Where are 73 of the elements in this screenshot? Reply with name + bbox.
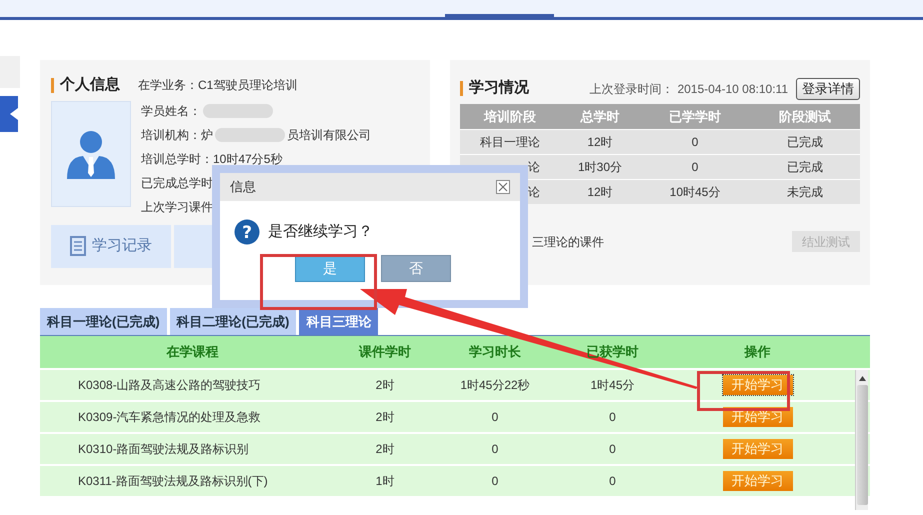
- table-cell-text: 12时: [586, 134, 614, 151]
- table-cell-text: 0: [690, 134, 700, 151]
- last-login-time: 2015-04-10 08:10:11: [677, 81, 788, 98]
- dialog-message: 是否继续学习？: [268, 222, 373, 242]
- subject-tab[interactable]: 科目二理论(已完成): [170, 308, 296, 335]
- course-name: K0310-路面驾驶法规及路标识别: [77, 441, 250, 458]
- column-header: 学习时长: [469, 343, 521, 362]
- course-name: K0311-路面驾驶法规及路标识别(下): [77, 473, 269, 490]
- question-icon: ?: [234, 219, 260, 245]
- column-header: 操作: [744, 343, 770, 362]
- last-login-label: 上次登录时间：: [589, 81, 674, 98]
- column-header: 总学时: [579, 108, 620, 126]
- table-cell-text: 1时: [374, 473, 396, 490]
- title-accent-bar: [51, 78, 54, 93]
- field-value: 员培训有限公司: [287, 126, 371, 144]
- course-name: K0309-汽车紧急情况的处理及急救: [77, 409, 262, 426]
- table-cell-text: 1时45分: [589, 377, 636, 394]
- column-header: 课件学时: [359, 343, 411, 362]
- panel-title: 学习情况: [469, 78, 529, 98]
- table-cell-text: 2时: [374, 377, 396, 394]
- subject-tab[interactable]: 科目一理论(已完成): [40, 308, 167, 335]
- collapse-arrow-icon: [10, 108, 18, 120]
- column-header: 在学课程: [166, 343, 218, 362]
- table-cell-text: 科目一理论: [480, 134, 540, 151]
- table-cell-text: 0: [490, 473, 500, 490]
- field-label: 培训机构：炉: [141, 126, 213, 144]
- table-cell-text: 论: [528, 159, 540, 176]
- field-label: 培训总学时：: [141, 150, 213, 168]
- panel-title: 个人信息: [60, 75, 120, 95]
- document-icon: [70, 236, 86, 256]
- scrollbar[interactable]: [855, 370, 868, 510]
- field-value: 10时47分5秒: [213, 150, 282, 168]
- table-cell-text: 2时: [374, 409, 396, 426]
- table-cell-text: 0: [490, 441, 500, 458]
- column-header: 已获学时: [586, 343, 638, 362]
- close-icon[interactable]: [496, 180, 510, 194]
- start-study-button[interactable]: 开始学习: [722, 439, 792, 459]
- field-label: 学员姓名：: [141, 102, 201, 120]
- table-cell-text: 论: [528, 184, 540, 201]
- table-cell-text: 2时: [374, 441, 396, 458]
- sidebar-toggle[interactable]: [0, 96, 18, 132]
- column-header: 已学学时: [668, 108, 722, 126]
- field-label: 已完成总学时: [141, 174, 213, 192]
- study-record-button[interactable]: 学习记录: [51, 224, 171, 268]
- title-accent-bar: [460, 80, 463, 96]
- table-cell-text: 0: [608, 473, 617, 490]
- login-details-button[interactable]: 登录详情: [796, 78, 860, 100]
- table-cell-text: 0: [608, 441, 617, 458]
- table-cell-text: 0: [690, 159, 700, 176]
- business-text: 在学业务：C1驾驶员理论培训: [138, 77, 298, 94]
- table-cell-text: 12时: [586, 184, 614, 201]
- table-cell-text: 10时45分: [668, 184, 722, 201]
- column-header: 阶段测试: [778, 108, 832, 126]
- dialog-title: 信息: [230, 178, 256, 196]
- table-cell-text: 0: [490, 409, 500, 426]
- table-cell-text: 0: [608, 409, 617, 426]
- table-cell-text: 已完成: [786, 159, 824, 176]
- column-header: 培训阶段: [482, 108, 537, 126]
- table-cell-text: 1时45分22秒: [459, 377, 531, 394]
- person-silhouette-icon: [67, 128, 115, 178]
- start-study-button[interactable]: 开始学习: [722, 375, 792, 395]
- dialog-button[interactable]: 是: [295, 255, 365, 282]
- scroll-up-icon[interactable]: [858, 376, 866, 381]
- status-note: 三理论的课件: [532, 234, 604, 250]
- table-cell-text: 1时30分: [576, 159, 624, 176]
- table-cell-text: 已完成: [786, 134, 824, 151]
- scrollbar-thumb[interactable]: [856, 385, 868, 505]
- subject-tab[interactable]: 科目三理论: [299, 308, 378, 335]
- field-label: 上次学习课件: [141, 198, 213, 216]
- table-cell-text: 未完成: [786, 184, 824, 201]
- course-name: K0308-山路及高速公路的驾驶技巧: [77, 377, 262, 394]
- dialog-button[interactable]: 否: [381, 255, 451, 282]
- start-study-button[interactable]: 开始学习: [722, 471, 792, 491]
